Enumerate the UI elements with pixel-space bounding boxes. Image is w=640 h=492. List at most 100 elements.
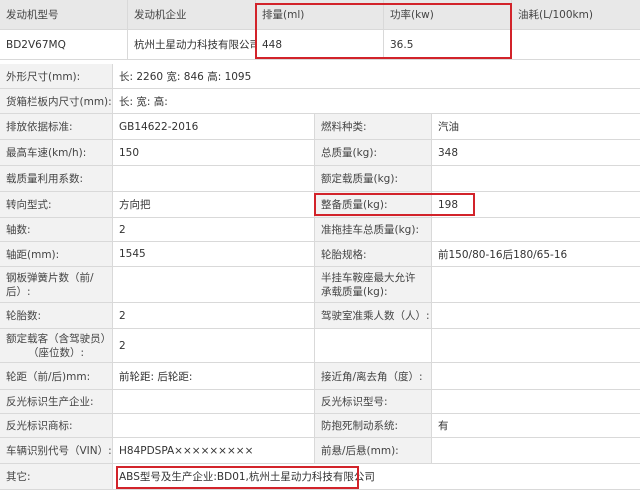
steering-row: 转向型式: 方向把 整备质量(kg): 198 — [0, 192, 640, 218]
cargo-dims-label-text: 货箱栏板内尺寸(mm): — [6, 95, 112, 108]
reflector-company-label: 反光标识生产企业: — [0, 390, 113, 413]
header-displacement-text: 排量(ml) — [262, 9, 305, 21]
cab-seats-label: 驾驶室准乘人数（人）: — [315, 303, 432, 328]
header-power: 功率(kw) — [384, 0, 512, 29]
tire-spec-label: 轮胎规格: — [315, 242, 432, 266]
cargo-dims-value: 长: 宽: 高: — [113, 89, 640, 113]
rated-load-value — [432, 166, 640, 191]
steering-label: 转向型式: — [0, 192, 113, 217]
steering-label-text: 转向型式: — [6, 199, 52, 211]
fuel-type-label: 燃料种类: — [315, 114, 432, 139]
cab-seats-value — [432, 303, 640, 328]
total-mass-label-text: 总质量(kg): — [321, 147, 377, 159]
fuel-type-label-text: 燃料种类: — [321, 121, 367, 133]
reflector-brand-label: 反光标识商标: — [0, 414, 113, 437]
total-mass-value: 348 — [432, 140, 640, 165]
axles-value-text: 2 — [119, 223, 126, 236]
engine-row: BD2V67MQ 杭州土星动力科技有限公司 448 36.5 — [0, 30, 640, 60]
axles-label: 轴数: — [0, 218, 113, 241]
other-value: ABS型号及生产企业:BD01,杭州土星动力科技有限公司 — [113, 464, 640, 489]
max-speed-value: 150 — [113, 140, 315, 165]
seats-label: 额定载客（含驾驶员）（座位数）: — [0, 329, 113, 362]
approach-angle-label-text: 接近角/离去角（度）: — [321, 370, 423, 383]
track-value: 前轮距: 后轮距: — [113, 363, 315, 389]
trailer-mass-label: 准拖挂车总质量(kg): — [315, 218, 432, 241]
outer-dims-value: 长: 2260 宽: 846 高: 1095 — [113, 64, 640, 88]
leaf-springs-label-text: 钢板弹簧片数（前/后）: — [6, 271, 94, 298]
power-value: 36.5 — [384, 30, 512, 59]
seats-value-text: 2 — [119, 339, 126, 352]
steering-value: 方向把 — [113, 192, 315, 217]
curb-weight-value: 198 — [432, 192, 640, 217]
fuel-consumption-value — [512, 30, 640, 59]
header-displacement: 排量(ml) — [256, 0, 384, 29]
approach-angle-value — [432, 363, 640, 389]
curb-weight-value-text: 198 — [438, 198, 459, 211]
trailer-mass-label-text: 准拖挂车总质量(kg): — [321, 224, 419, 236]
leaf-springs-row: 钢板弹簧片数（前/后）: 半挂车鞍座最大允许承载质量(kg): — [0, 267, 640, 303]
reflector-model-label-text: 反光标识型号: — [321, 396, 388, 408]
overhang-value — [432, 438, 640, 463]
total-mass-value-text: 348 — [438, 146, 459, 159]
load-util-label: 载质量利用系数: — [0, 166, 113, 191]
cab-seats-label-text: 驾驶室准乘人数（人）: — [321, 310, 430, 322]
rated-load-label-text: 额定载质量(kg): — [321, 173, 398, 185]
overhang-label-text: 前悬/后悬(mm): — [321, 445, 399, 457]
engine-model-text: BD2V67MQ — [6, 38, 66, 51]
displacement-value: 448 — [256, 30, 384, 59]
engine-company-value: 杭州土星动力科技有限公司 — [128, 30, 256, 59]
tires-label: 轮胎数: — [0, 303, 113, 328]
other-label-text: 其它: — [6, 471, 31, 483]
emission-row: 排放依据标准: GB14622-2016 燃料种类: 汽油 — [0, 114, 640, 140]
abs-label: 防抱死制动系统: — [315, 414, 432, 437]
load-util-label-text: 载质量利用系数: — [6, 173, 84, 185]
reflector-brand-row: 反光标识商标: 防抱死制动系统: 有 — [0, 414, 640, 438]
cargo-dims-label: 货箱栏板内尺寸(mm): — [0, 89, 113, 113]
load-util-row: 载质量利用系数: 额定载质量(kg): — [0, 166, 640, 192]
tires-label-text: 轮胎数: — [6, 310, 42, 322]
emission-label: 排放依据标准: — [0, 114, 113, 139]
wheelbase-value-text: 1545 — [119, 248, 146, 260]
vin-value-text: H84PDSPA××××××××× — [119, 444, 254, 457]
emission-value-text: GB14622-2016 — [119, 120, 199, 133]
vin-row: 车辆识别代号（VIN）: H84PDSPA××××××××× 前悬/后悬(mm)… — [0, 438, 640, 464]
outer-dims-label-text: 外形尺寸(mm): — [6, 70, 81, 83]
wheelbase-row: 轴距(mm): 1545 轮胎规格: 前150/80-16后180/65-16 — [0, 242, 640, 267]
power-text: 36.5 — [390, 38, 414, 51]
total-mass-label: 总质量(kg): — [315, 140, 432, 165]
load-util-value — [113, 166, 315, 191]
curb-weight-label-text: 整备质量(kg): — [321, 199, 388, 211]
vin-value: H84PDSPA××××××××× — [113, 438, 315, 463]
fuel-type-value: 汽油 — [432, 114, 640, 139]
header-fuel-consumption-text: 油耗(L/100km) — [518, 9, 593, 21]
other-value-text: ABS型号及生产企业:BD01,杭州土星动力科技有限公司 — [119, 471, 375, 483]
outer-dims-value-text: 长: 2260 宽: 846 高: 1095 — [119, 70, 252, 83]
leaf-springs-label: 钢板弹簧片数（前/后）: — [0, 267, 113, 302]
trailer-mass-value — [432, 218, 640, 241]
steering-value-text: 方向把 — [119, 199, 151, 211]
seats-row: 额定载客（含驾驶员）（座位数）: 2 — [0, 329, 640, 363]
abs-value: 有 — [432, 414, 640, 437]
header-engine-company: 发动机企业 — [128, 0, 256, 29]
header-engine-model-text: 发动机型号 — [6, 9, 59, 21]
approach-angle-label: 接近角/离去角（度）: — [315, 363, 432, 389]
saddle-load-value — [432, 267, 640, 302]
header-engine-company-text: 发动机企业 — [134, 9, 187, 21]
reflector-company-label-text: 反光标识生产企业: — [6, 396, 94, 408]
leaf-springs-value — [113, 267, 315, 302]
vin-label-text: 车辆识别代号（VIN）: — [6, 445, 112, 457]
seats-label-text: 额定载客（含驾驶员）（座位数）: — [6, 332, 106, 359]
outer-dims-row: 外形尺寸(mm): 长: 2260 宽: 846 高: 1095 — [0, 64, 640, 89]
axles-label-text: 轴数: — [6, 224, 31, 236]
seats-value: 2 — [113, 329, 315, 362]
tire-spec-value-text: 前150/80-16后180/65-16 — [438, 248, 568, 261]
other-row: 其它: ABS型号及生产企业:BD01,杭州土星动力科技有限公司 — [0, 464, 640, 490]
reflector-model-value — [432, 390, 640, 413]
tire-spec-label-text: 轮胎规格: — [321, 248, 367, 261]
fuel-type-value-text: 汽油 — [438, 121, 459, 133]
emission-label-text: 排放依据标准: — [6, 121, 73, 133]
tires-value-text: 2 — [119, 309, 126, 322]
reflector-brand-label-text: 反光标识商标: — [6, 420, 73, 432]
track-row: 轮距（前/后)mm: 前轮距: 后轮距: 接近角/离去角（度）: — [0, 363, 640, 390]
other-label: 其它: — [0, 464, 113, 489]
